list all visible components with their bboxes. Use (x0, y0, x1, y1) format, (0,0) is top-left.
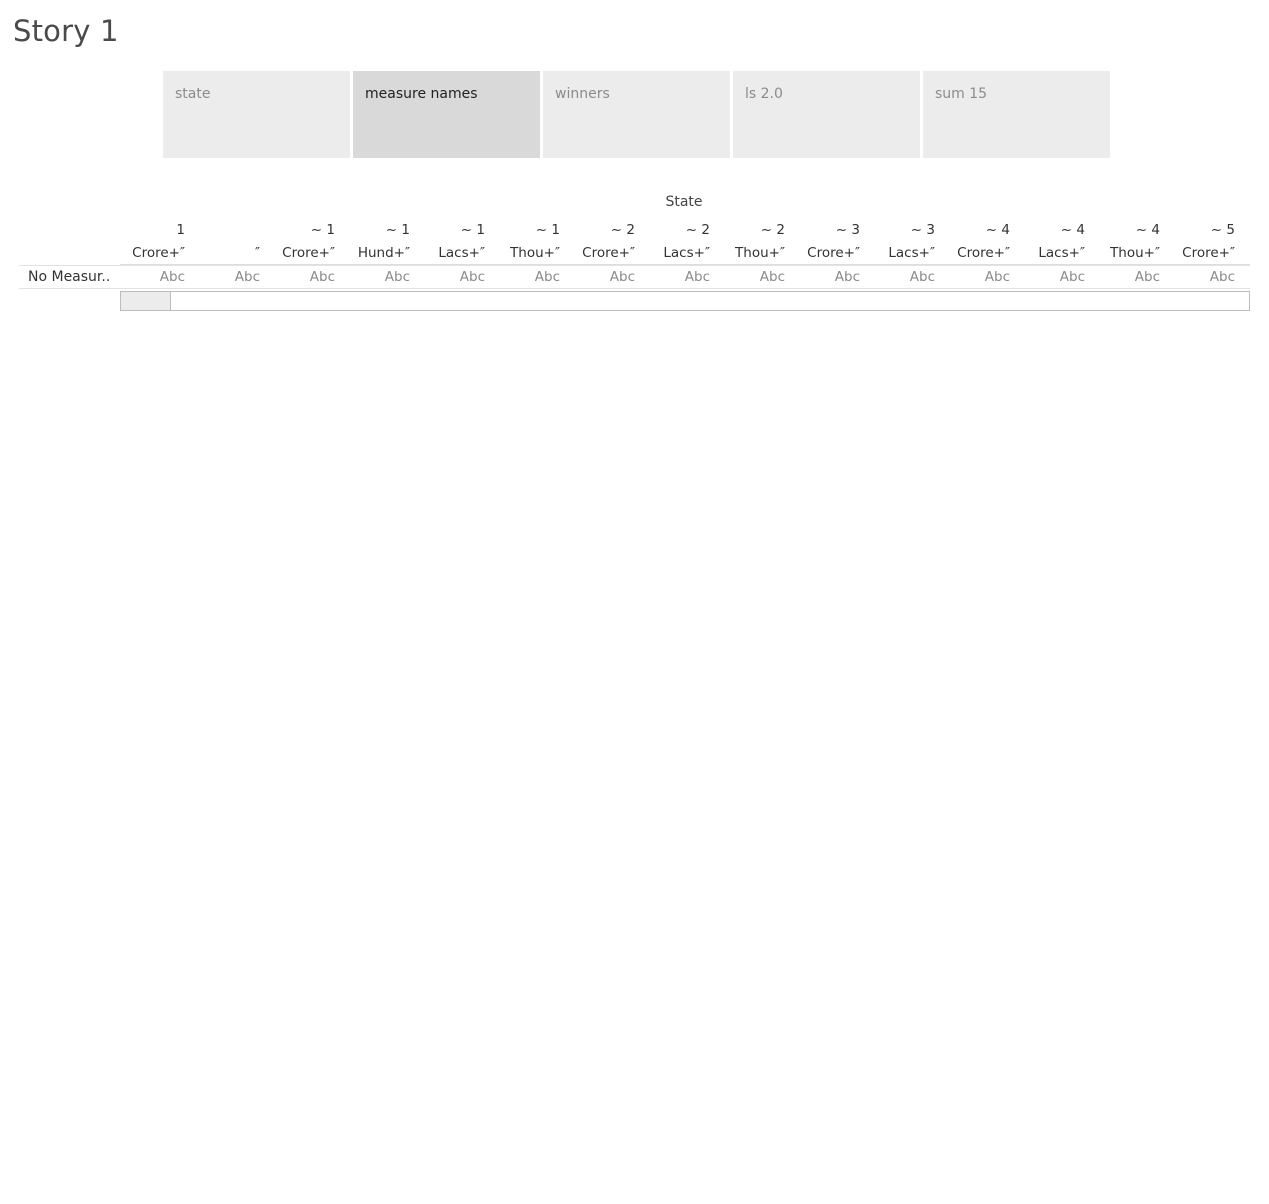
column-header[interactable]: ~ 1 Lacs+″ (420, 222, 495, 262)
column-header-line1: ~ 2 (760, 222, 785, 238)
column-header[interactable]: ~ 4 Lacs+″ (1020, 222, 1095, 262)
column-header-line2: ″ (254, 245, 260, 261)
column-header-line2: Thou+″ (1110, 245, 1160, 261)
column-header[interactable]: ~ 2 Lacs+″ (645, 222, 720, 262)
column-header-line1: ~ 1 (535, 222, 560, 238)
column-header-line2: Crore+″ (957, 245, 1010, 261)
row-divider-top (19, 265, 1250, 266)
table-cell[interactable]: Abc (720, 269, 795, 285)
table-cell[interactable]: Abc (420, 269, 495, 285)
table-cell[interactable]: Abc (1095, 269, 1170, 285)
story-point-sum-15[interactable]: sum 15 (923, 71, 1110, 158)
column-field-header[interactable]: State (644, 194, 724, 210)
table-cell[interactable]: Abc (945, 269, 1020, 285)
column-header-line2: Lacs+″ (1038, 245, 1085, 261)
column-header-line1: ~ 3 (910, 222, 935, 238)
column-header-line2: Lacs+″ (438, 245, 485, 261)
table-cell[interactable]: Abc (120, 269, 195, 285)
table-cell[interactable]: Abc (495, 269, 570, 285)
column-header-line1: ~ 1 (460, 222, 485, 238)
column-header-line2: Thou+″ (510, 245, 560, 261)
column-header-line2: Crore+″ (582, 245, 635, 261)
story-navigator: state measure names winners ls 2.0 sum 15 (163, 71, 1110, 158)
column-header-line2: Lacs+″ (663, 245, 710, 261)
table-cell[interactable]: Abc (645, 269, 720, 285)
column-header-line1: ~ 2 (685, 222, 710, 238)
column-header[interactable]: ~ 4 Crore+″ (945, 222, 1020, 262)
column-header-line2: Crore+″ (1182, 245, 1235, 261)
column-header-line2: Thou+″ (735, 245, 785, 261)
column-header[interactable]: ~ 2 Thou+″ (720, 222, 795, 262)
column-header[interactable]: ~ 3 Crore+″ (795, 222, 870, 262)
column-header[interactable]: ~ 4 Thou+″ (1095, 222, 1170, 262)
column-header-line1: ~ 5 (1210, 222, 1235, 238)
column-header[interactable]: 1 Crore+″ (120, 222, 195, 262)
table-cell[interactable]: Abc (195, 269, 270, 285)
table-cell[interactable]: Abc (870, 269, 945, 285)
table-cell[interactable]: Abc (270, 269, 345, 285)
story-point-winners[interactable]: winners (543, 71, 730, 158)
column-header-line1: ~ 1 (310, 222, 335, 238)
table-cell[interactable]: Abc (1170, 269, 1245, 285)
column-header-line1: ~ 4 (985, 222, 1010, 238)
column-header[interactable]: ″ (195, 222, 270, 262)
horizontal-scrollbar[interactable] (120, 291, 1250, 311)
column-header[interactable]: ~ 5 Crore+″ (1170, 222, 1245, 262)
column-header-line1: 1 (176, 222, 185, 238)
column-header-line1: ~ 4 (1135, 222, 1160, 238)
table-cell[interactable]: Abc (570, 269, 645, 285)
column-header[interactable]: ~ 1 Thou+″ (495, 222, 570, 262)
column-header-line1: ~ 1 (385, 222, 410, 238)
story-point-measure-names[interactable]: measure names (353, 71, 540, 158)
column-header[interactable]: ~ 1 Hund+″ (345, 222, 420, 262)
column-header-line1: ~ 3 (835, 222, 860, 238)
story-title: Story 1 (13, 14, 119, 48)
column-header-line2: Hund+″ (357, 245, 410, 261)
column-header-line2: Crore+″ (807, 245, 860, 261)
column-header-line2: Lacs+″ (888, 245, 935, 261)
table-cell[interactable]: Abc (795, 269, 870, 285)
column-header-line1: ~ 2 (610, 222, 635, 238)
story-point-state[interactable]: state (163, 71, 350, 158)
column-header-line2: Crore+″ (132, 245, 185, 261)
scrollbar-thumb[interactable] (121, 292, 171, 310)
column-header[interactable]: ~ 2 Crore+″ (570, 222, 645, 262)
column-header[interactable]: ~ 1 Crore+″ (270, 222, 345, 262)
table-cell[interactable]: Abc (345, 269, 420, 285)
row-divider-bottom (19, 288, 1250, 289)
table-cell[interactable]: Abc (1020, 269, 1095, 285)
column-header[interactable]: ~ 3 Lacs+″ (870, 222, 945, 262)
column-header-line2: Crore+″ (282, 245, 335, 261)
story-point-ls-2-0[interactable]: ls 2.0 (733, 71, 920, 158)
row-header-label[interactable]: No Measur.. (28, 269, 110, 285)
column-header-line1: ~ 4 (1060, 222, 1085, 238)
